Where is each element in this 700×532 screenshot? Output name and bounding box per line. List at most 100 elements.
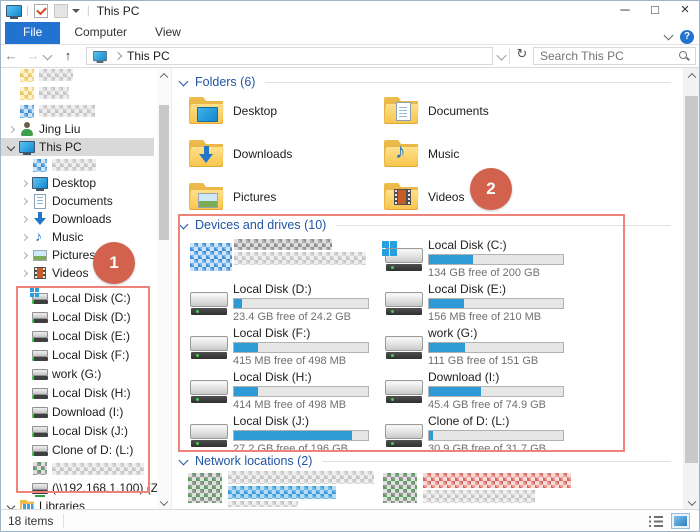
sidebar-item-local-disk-h[interactable]: Local Disk (H:) bbox=[0, 383, 154, 402]
sidebar-item-desktop[interactable]: Desktop bbox=[0, 174, 154, 192]
sidebar-item-local-disk-f[interactable]: Local Disk (F:) bbox=[0, 345, 154, 364]
expand-chevron-icon[interactable] bbox=[5, 87, 18, 100]
expand-chevron-icon[interactable] bbox=[5, 123, 18, 136]
expand-chevron-icon[interactable] bbox=[18, 462, 31, 475]
expand-chevron-icon[interactable] bbox=[18, 424, 31, 437]
scroll-up-icon[interactable] bbox=[683, 68, 700, 83]
help-button[interactable]: ? bbox=[680, 30, 694, 44]
breadcrumb[interactable]: This PC bbox=[86, 47, 493, 65]
main-scrollbar[interactable] bbox=[683, 68, 700, 510]
folder-tile-documents[interactable]: Documents bbox=[383, 89, 578, 132]
maximize-button[interactable]: □ bbox=[640, 0, 670, 22]
chevron-right-icon[interactable] bbox=[114, 52, 122, 60]
item-icon bbox=[31, 212, 49, 227]
forward-button[interactable]: → bbox=[22, 46, 44, 66]
expand-chevron-icon[interactable] bbox=[18, 249, 31, 262]
expand-chevron-icon[interactable] bbox=[18, 310, 31, 323]
folder-tile-downloads[interactable]: Downloads bbox=[188, 132, 383, 175]
expand-chevron-icon[interactable] bbox=[18, 405, 31, 418]
recent-locations-dropdown-icon[interactable] bbox=[43, 50, 53, 60]
drive-tile-clone-of-d-l[interactable]: Clone of D: (L:) 30.9 GB free of 31.7 GB bbox=[383, 413, 578, 457]
drive-tile-download-i[interactable]: Download (I:) 45.4 GB free of 74.9 GB bbox=[383, 369, 578, 413]
sidebar-item-blurred[interactable] bbox=[0, 459, 154, 478]
search-input[interactable] bbox=[534, 49, 678, 63]
up-button[interactable]: ↑ bbox=[57, 46, 79, 66]
drive-tile-local-disk-f[interactable]: Local Disk (F:) 415 MB free of 498 MB bbox=[188, 325, 383, 369]
sidebar-item-192-168-1-100-z[interactable]: (\\192.168.1.100) (Z:) bbox=[0, 478, 154, 497]
breadcrumb-location[interactable]: This PC bbox=[127, 49, 170, 63]
search-box[interactable] bbox=[533, 47, 696, 65]
folder-tile-pictures[interactable]: Pictures bbox=[188, 175, 383, 218]
back-button[interactable]: ← bbox=[0, 46, 22, 66]
sidebar-item-downloads[interactable]: Downloads bbox=[0, 210, 154, 228]
expand-chevron-icon[interactable] bbox=[18, 386, 31, 399]
drive-tile-local-disk-j[interactable]: Local Disk (J:) 27.2 GB free of 196 GB bbox=[188, 413, 383, 457]
drive-tile-local-disk-h[interactable]: Local Disk (H:) 414 MB free of 498 MB bbox=[188, 369, 383, 413]
refresh-button[interactable]: ↻ bbox=[513, 46, 531, 62]
qat-new-folder-button[interactable] bbox=[54, 4, 68, 18]
drive-tile-work-g[interactable]: work (G:) 111 GB free of 151 GB bbox=[383, 325, 578, 369]
drive-tile-local-disk-d[interactable]: Local Disk (D:) 23.4 GB free of 24.2 GB bbox=[188, 281, 383, 325]
expand-chevron-icon[interactable] bbox=[18, 267, 31, 280]
scroll-up-icon[interactable] bbox=[157, 68, 171, 83]
expand-chevron-icon[interactable] bbox=[18, 367, 31, 380]
sidebar-item-blurred[interactable] bbox=[0, 84, 154, 102]
tab-computer[interactable]: Computer bbox=[60, 22, 141, 44]
qat-customize-dropdown-icon[interactable] bbox=[72, 9, 80, 13]
scrollbar-thumb[interactable] bbox=[159, 105, 169, 240]
minimize-button[interactable]: ─ bbox=[610, 0, 640, 22]
sidebar-item-blurred[interactable] bbox=[0, 156, 154, 174]
sidebar-item-label: Local Disk (F:) bbox=[52, 348, 129, 362]
expand-chevron-icon[interactable] bbox=[5, 69, 18, 82]
sidebar-item-jing-liu[interactable]: Jing Liu bbox=[0, 120, 154, 138]
sidebar-item-clone-of-d-l[interactable]: Clone of D: (L:) bbox=[0, 440, 154, 459]
search-icon[interactable] bbox=[678, 50, 690, 62]
drive-tile-local-disk-c[interactable]: Local Disk (C:) 134 GB free of 200 GB bbox=[383, 237, 578, 281]
sidebar-item-documents[interactable]: Documents bbox=[0, 192, 154, 210]
sidebar-item-blurred[interactable] bbox=[0, 68, 154, 84]
sidebar-item-download-i[interactable]: Download (I:) bbox=[0, 402, 154, 421]
scroll-down-icon[interactable] bbox=[157, 495, 171, 510]
scrollbar-thumb[interactable] bbox=[685, 96, 698, 463]
drive-tile-local-disk-e[interactable]: Local Disk (E:) 156 MB free of 210 MB bbox=[383, 281, 578, 325]
sidebar-item-this-pc[interactable]: This PC bbox=[0, 138, 154, 156]
qat-properties-button[interactable] bbox=[34, 4, 48, 18]
sidebar-item-work-g[interactable]: work (G:) bbox=[0, 364, 154, 383]
sidebar-item-local-disk-e[interactable]: Local Disk (E:) bbox=[0, 326, 154, 345]
thumbnails-view-button[interactable] bbox=[671, 513, 690, 529]
ribbon-collapse-icon[interactable] bbox=[664, 31, 674, 41]
sidebar-scrollbar[interactable] bbox=[157, 68, 171, 510]
close-button[interactable]: × bbox=[670, 0, 700, 22]
expand-chevron-icon[interactable] bbox=[18, 159, 31, 172]
sidebar-item-local-disk-j[interactable]: Local Disk (J:) bbox=[0, 421, 154, 440]
network-location-tile[interactable] bbox=[188, 471, 383, 509]
expand-chevron-icon[interactable] bbox=[5, 105, 18, 118]
expand-chevron-icon[interactable] bbox=[18, 231, 31, 244]
expand-chevron-icon[interactable] bbox=[18, 443, 31, 456]
drive-tile-blurred[interactable] bbox=[188, 237, 383, 281]
collapse-section-icon[interactable] bbox=[179, 455, 189, 465]
scroll-down-icon[interactable] bbox=[683, 495, 700, 510]
sidebar-item-local-disk-c[interactable]: Local Disk (C:) bbox=[0, 288, 154, 307]
folder-tile-music[interactable]: Music bbox=[383, 132, 578, 175]
details-view-button[interactable] bbox=[649, 515, 664, 527]
sidebar-item-local-disk-d[interactable]: Local Disk (D:) bbox=[0, 307, 154, 326]
collapse-section-icon[interactable] bbox=[179, 76, 189, 86]
sidebar-item-label: Jing Liu bbox=[39, 122, 80, 136]
expand-chevron-icon[interactable] bbox=[18, 481, 31, 494]
sidebar-item-blurred[interactable] bbox=[0, 102, 154, 120]
expand-chevron-icon[interactable] bbox=[18, 348, 31, 361]
folder-tile-desktop[interactable]: Desktop bbox=[188, 89, 383, 132]
tab-file[interactable]: File bbox=[5, 22, 60, 44]
sidebar-item-music[interactable]: Music bbox=[0, 228, 154, 246]
collapse-section-icon[interactable] bbox=[179, 219, 189, 229]
expand-chevron-icon[interactable] bbox=[18, 213, 31, 226]
expand-chevron-icon[interactable] bbox=[18, 329, 31, 342]
expand-chevron-icon[interactable] bbox=[18, 195, 31, 208]
expand-chevron-icon[interactable] bbox=[18, 177, 31, 190]
expand-chevron-icon[interactable] bbox=[5, 141, 18, 154]
network-location-tile[interactable] bbox=[383, 471, 578, 509]
tab-view[interactable]: View bbox=[141, 22, 195, 44]
address-dropdown-icon[interactable] bbox=[496, 50, 506, 60]
item-icon bbox=[33, 159, 47, 172]
